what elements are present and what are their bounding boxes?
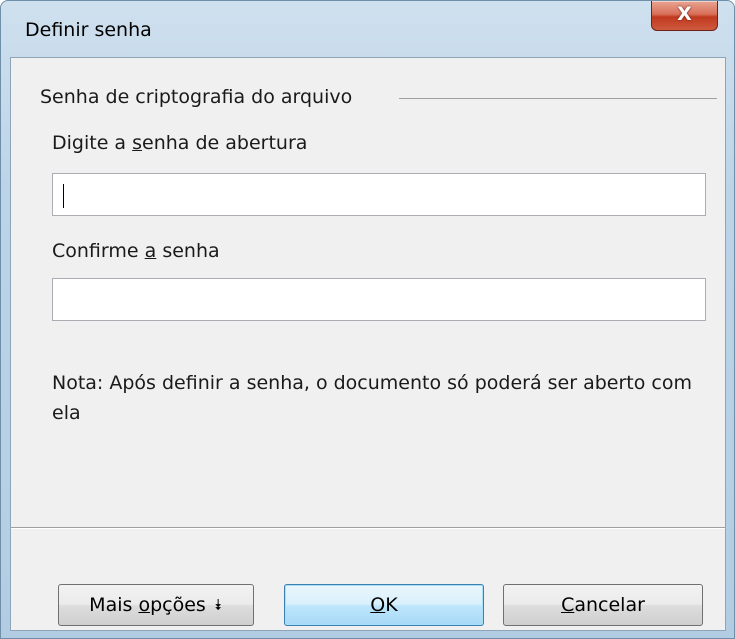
title-bar[interactable]: Definir senha X bbox=[1, 1, 734, 58]
dialog-window: Definir senha X Senha de criptografia do… bbox=[0, 0, 735, 639]
dialog-body: Senha de criptografia do arquivo Digite … bbox=[10, 57, 726, 631]
window-title: Definir senha bbox=[25, 19, 152, 41]
close-icon: X bbox=[677, 3, 692, 25]
open-password-input[interactable] bbox=[52, 173, 706, 216]
button-separator-highlight bbox=[11, 528, 725, 529]
open-password-label: Digite a senha de abertura bbox=[52, 132, 308, 154]
double-chevron-down-icon: ⯯ bbox=[213, 596, 223, 614]
cancel-button[interactable]: Cancelar bbox=[503, 584, 703, 626]
password-note: Nota: Após definir a senha, o documento … bbox=[52, 372, 692, 424]
confirm-password-label: Confirme a senha bbox=[52, 240, 220, 262]
close-button[interactable]: X bbox=[651, 1, 718, 31]
frame-divider bbox=[399, 98, 717, 99]
more-options-button[interactable]: Mais opções ⯯ bbox=[58, 584, 254, 626]
frame-label: Senha de criptografia do arquivo bbox=[40, 86, 353, 108]
confirm-password-input[interactable] bbox=[52, 278, 706, 321]
ok-button[interactable]: OK bbox=[284, 584, 484, 626]
text-caret bbox=[63, 184, 64, 208]
